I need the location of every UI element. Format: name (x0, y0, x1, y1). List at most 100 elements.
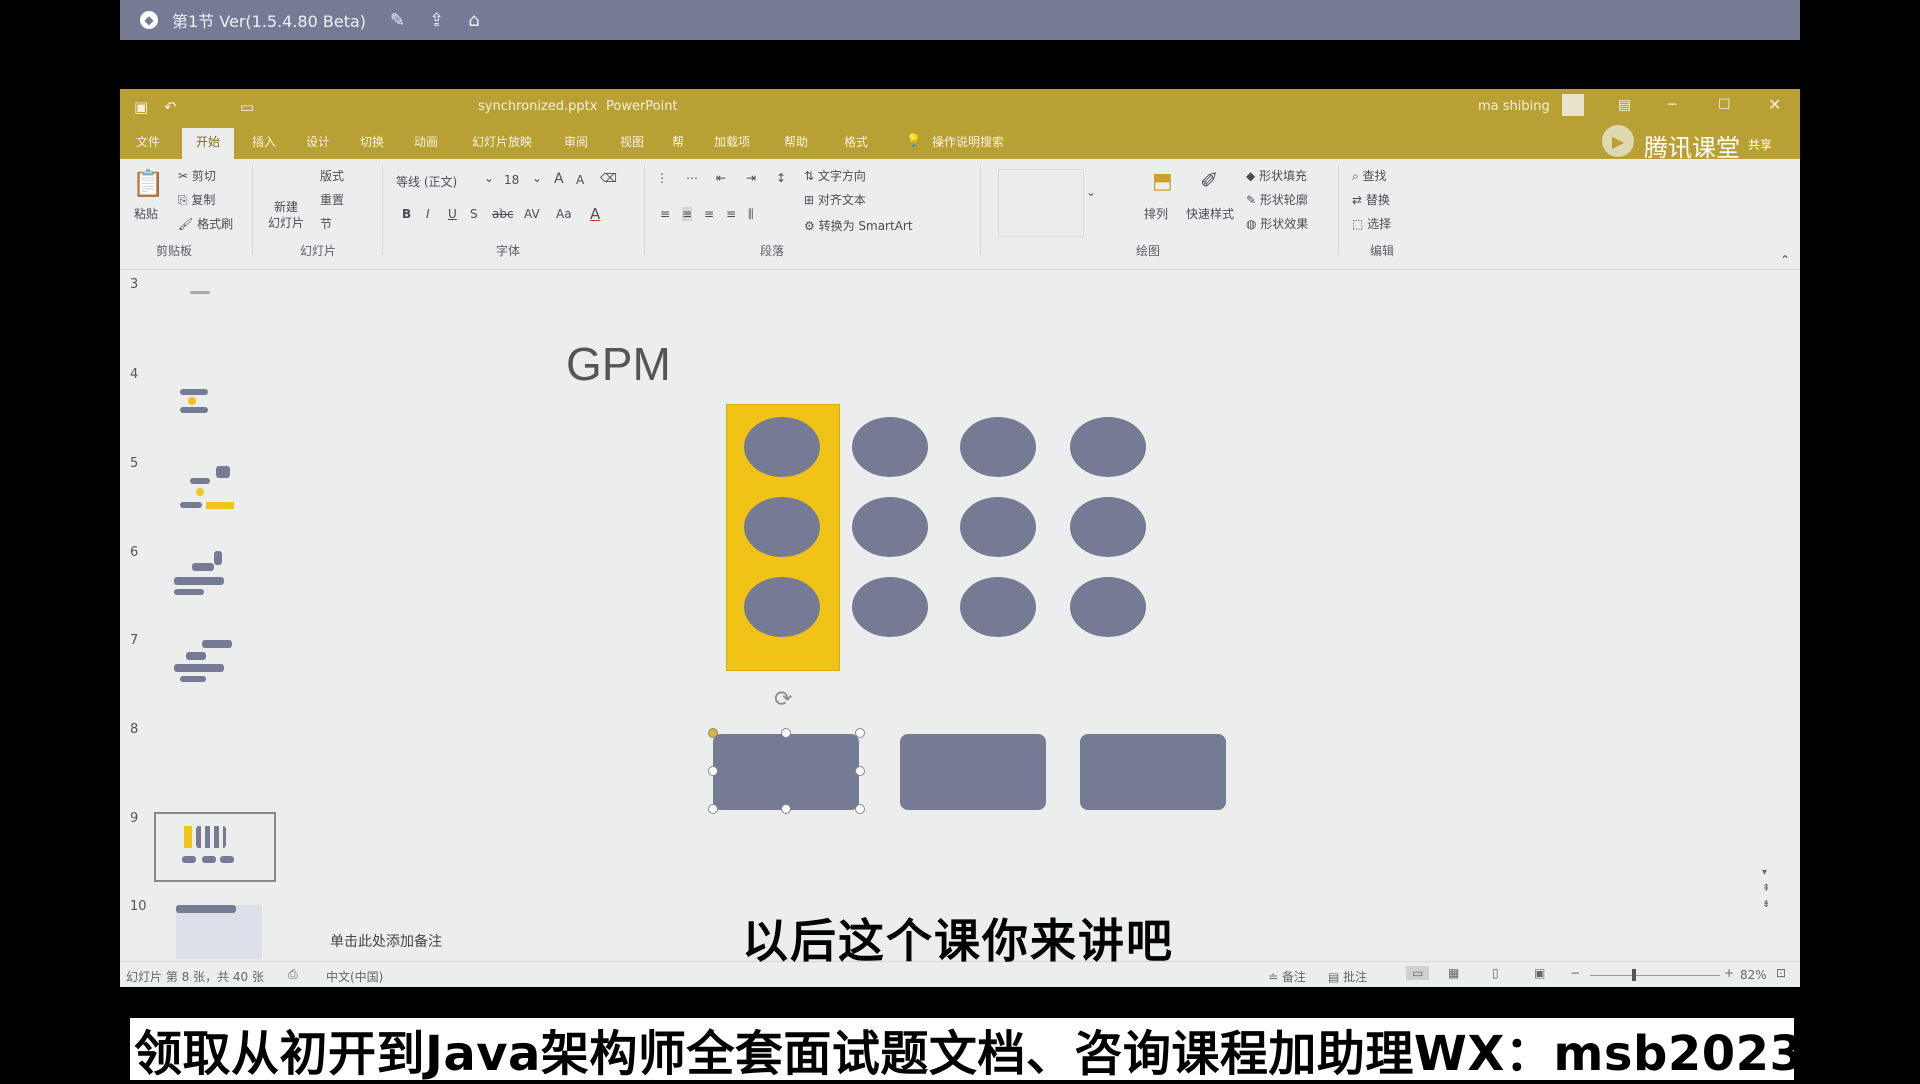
slide-thumbnail-8[interactable] (154, 812, 276, 882)
zoom-level[interactable]: 82% (1740, 968, 1767, 982)
paste-button[interactable]: 粘贴 (134, 205, 158, 222)
tab-format[interactable]: 格式 (844, 133, 868, 150)
ellipse-shape[interactable] (960, 417, 1036, 477)
ellipse-shape[interactable] (960, 497, 1036, 557)
section-button[interactable]: 节 (320, 215, 332, 232)
user-name[interactable]: ma shibing (1478, 99, 1550, 114)
scroll-down-icon[interactable]: ▾ (1762, 867, 1767, 878)
char-spacing-icon[interactable]: AV (524, 207, 540, 221)
rotate-handle-icon[interactable]: ⟳ (774, 687, 792, 712)
ellipse-shape[interactable] (1070, 577, 1146, 637)
text-direction-button[interactable]: ⇅ 文字方向 (804, 167, 866, 184)
shape-outline-button[interactable]: ✎ 形状轮廓 (1246, 191, 1308, 208)
decrease-indent-icon[interactable]: ⇤ (716, 171, 726, 185)
slide-thumbnail-4[interactable] (150, 369, 250, 429)
change-case-icon[interactable]: Aa (556, 207, 572, 221)
font-name-select[interactable]: 等线 (正文) (396, 173, 476, 190)
fit-slide-icon[interactable]: ⊡ (1776, 966, 1786, 980)
slide-thumbnail-10[interactable] (176, 905, 262, 959)
home-icon[interactable]: ⌂ (468, 10, 479, 31)
align-left-icon[interactable]: ≡ (660, 207, 670, 221)
share-icon[interactable]: ⇪ (429, 10, 444, 31)
ellipse-shape[interactable] (744, 417, 820, 477)
resize-handle[interactable] (708, 804, 718, 814)
tell-me-search[interactable]: 操作说明搜索 (932, 133, 1004, 150)
line-spacing-icon[interactable]: ↕ (776, 171, 786, 185)
slide-title[interactable]: GPM (566, 337, 671, 391)
notes-button[interactable]: ≐ 备注 (1268, 968, 1306, 985)
close-icon[interactable]: ✕ (1768, 95, 1781, 114)
shadow-icon[interactable]: S (470, 207, 478, 221)
increase-indent-icon[interactable]: ⇥ (746, 171, 756, 185)
cut-button[interactable]: ✂ 剪切 (178, 167, 216, 184)
shape-effects-button[interactable]: ◍ 形状效果 (1246, 215, 1308, 232)
minimize-icon[interactable]: ─ (1668, 97, 1676, 113)
strikethrough-icon[interactable]: abc (492, 207, 514, 221)
resize-handle[interactable] (708, 766, 718, 776)
tab-animations[interactable]: 动画 (414, 133, 438, 150)
bold-icon[interactable]: B (402, 207, 411, 221)
zoom-slider-thumb[interactable] (1632, 969, 1636, 981)
normal-view-icon[interactable]: ▭ (1406, 966, 1430, 980)
resize-handle[interactable] (855, 728, 865, 738)
avatar[interactable] (1562, 94, 1584, 116)
zoom-in-icon[interactable]: + (1724, 966, 1734, 980)
slide-thumbnail-7[interactable] (150, 636, 250, 696)
tab-help-short[interactable]: 帮 (672, 133, 684, 150)
tab-help[interactable]: 帮助 (784, 133, 808, 150)
font-color-icon[interactable]: A (590, 205, 600, 223)
notes-placeholder[interactable]: 单击此处添加备注 (330, 931, 442, 951)
chevron-down-icon[interactable]: ⌄ (484, 171, 494, 185)
find-button[interactable]: ⌕ 查找 (1352, 167, 1387, 184)
resize-handle[interactable] (781, 804, 791, 814)
new-slide-button[interactable]: 新建 幻灯片 (268, 199, 304, 231)
clear-format-icon[interactable]: ⌫ (600, 171, 617, 185)
maximize-icon[interactable]: ☐ (1718, 97, 1731, 113)
save-icon[interactable]: ▣ (134, 98, 148, 116)
reset-button[interactable]: 重置 (320, 191, 344, 208)
tab-addins[interactable]: 加载项 (714, 133, 750, 150)
select-button[interactable]: ⬚ 选择 (1352, 215, 1391, 232)
decrease-font-icon[interactable]: A (576, 173, 584, 187)
share-button[interactable]: 共享 (1748, 136, 1772, 153)
collapse-ribbon-icon[interactable]: ⌃ (1780, 253, 1790, 267)
undo-icon[interactable]: ↶ (164, 98, 177, 116)
tab-insert[interactable]: 插入 (252, 133, 276, 150)
align-right-icon[interactable]: ≡ (704, 207, 714, 221)
ellipse-shape[interactable] (852, 497, 928, 557)
tab-slideshow[interactable]: 幻灯片放映 (472, 133, 532, 150)
slide-sorter-icon[interactable]: ▦ (1448, 966, 1459, 980)
edit-icon[interactable]: ✎ (390, 10, 405, 31)
justify-icon[interactable]: ≡ (726, 207, 736, 221)
layout-button[interactable]: 版式 (320, 167, 344, 184)
slideshow-view-icon[interactable]: ▣ (1534, 966, 1545, 980)
chevron-down-icon[interactable]: ⌄ (532, 171, 542, 185)
ribbon-display-icon[interactable]: ▤ (1618, 97, 1631, 113)
tab-design[interactable]: 设计 (306, 133, 330, 150)
slide[interactable]: GPM ⟳ (300, 269, 1780, 961)
bullets-icon[interactable]: ⋮ (656, 171, 668, 185)
zoom-out-icon[interactable]: − (1570, 966, 1580, 980)
resize-handle[interactable] (855, 766, 865, 776)
copy-button[interactable]: ⎘ 复制 (178, 191, 215, 208)
ellipse-shape[interactable] (744, 497, 820, 557)
ellipse-shape[interactable] (852, 577, 928, 637)
tab-file[interactable]: 文件 (136, 133, 160, 150)
language-indicator[interactable]: 中文(中国) (326, 968, 383, 985)
comments-button[interactable]: ▤ 批注 (1328, 968, 1367, 985)
arrange-icon[interactable]: ⬒ (1152, 169, 1173, 194)
slide-thumbnail-5[interactable] (150, 458, 250, 518)
ellipse-shape[interactable] (744, 577, 820, 637)
present-icon[interactable]: ▭ (240, 98, 254, 116)
numbering-icon[interactable]: ⋯ (686, 171, 698, 185)
replace-button[interactable]: ⇄ 替换 (1352, 191, 1390, 208)
arrange-button[interactable]: 排列 (1144, 205, 1168, 222)
increase-font-icon[interactable]: A (554, 171, 564, 187)
paste-icon[interactable]: 📋 (132, 169, 164, 199)
italic-icon[interactable]: I (426, 207, 430, 221)
quick-styles-icon[interactable]: ✐ (1200, 169, 1218, 194)
rounded-rectangle[interactable] (900, 734, 1046, 810)
slide-thumbnail-6[interactable] (150, 547, 250, 607)
resize-handle[interactable] (855, 804, 865, 814)
ellipse-shape[interactable] (852, 417, 928, 477)
